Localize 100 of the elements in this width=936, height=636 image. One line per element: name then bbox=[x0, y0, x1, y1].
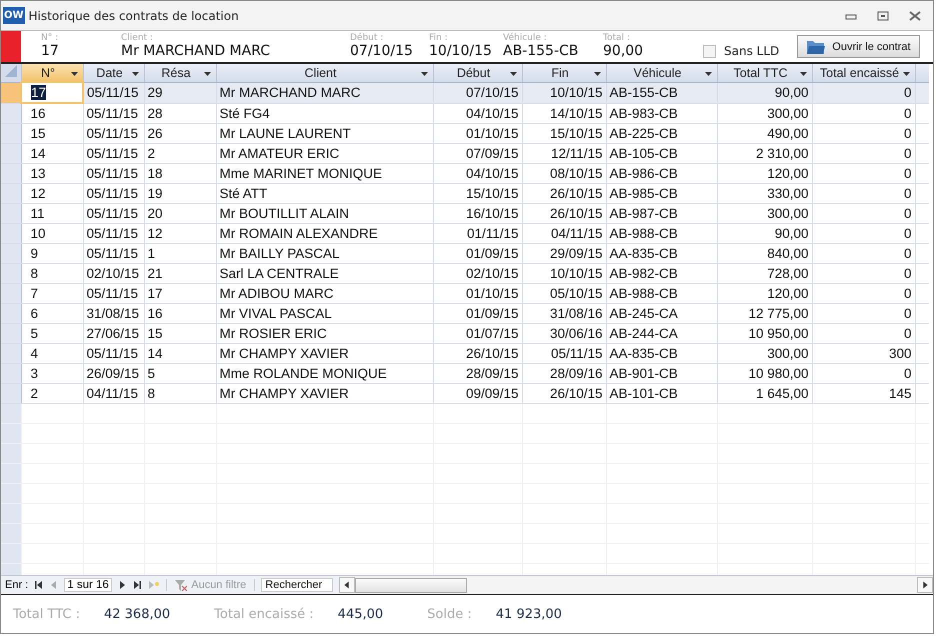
table-cell: AA-835-CB bbox=[606, 244, 717, 264]
row-selector[interactable] bbox=[1, 164, 21, 184]
row-selector[interactable] bbox=[1, 224, 21, 244]
column-header[interactable]: Date bbox=[83, 64, 144, 82]
last-record-icon[interactable] bbox=[132, 581, 142, 589]
table-cell: 04/10/15 bbox=[433, 164, 522, 184]
checkbox[interactable] bbox=[703, 44, 716, 58]
dropdown-icon[interactable] bbox=[204, 72, 210, 76]
table-cell: 840,00 bbox=[717, 244, 812, 264]
horizontal-scrollbar[interactable] bbox=[339, 577, 933, 593]
next-record-icon[interactable] bbox=[118, 581, 126, 589]
column-header[interactable]: Début bbox=[433, 64, 522, 82]
dropdown-icon[interactable] bbox=[420, 72, 428, 76]
scroll-left-icon[interactable] bbox=[339, 577, 356, 593]
table-cell: 490,00 bbox=[717, 124, 812, 144]
table-cell: 0 bbox=[812, 82, 915, 103]
table-cell: 7 bbox=[21, 284, 83, 304]
row-selector[interactable] bbox=[1, 124, 21, 144]
row-selector[interactable] bbox=[1, 324, 21, 344]
row-selector[interactable] bbox=[1, 344, 21, 364]
table-cell: 0 bbox=[812, 103, 915, 124]
previous-record-icon[interactable] bbox=[50, 581, 58, 589]
table-cell: 2 bbox=[144, 144, 216, 164]
table-cell: 330,00 bbox=[717, 184, 812, 204]
total-label: Solde : bbox=[427, 606, 472, 622]
dropdown-icon[interactable] bbox=[594, 72, 600, 76]
table-cell: Mr CHAMPY XAVIER bbox=[216, 344, 433, 364]
column-header[interactable]: N° bbox=[21, 64, 83, 82]
table-cell: 12 bbox=[144, 224, 216, 244]
table-cell: 0 bbox=[812, 184, 915, 204]
row-selector[interactable] bbox=[1, 244, 21, 264]
dropdown-icon[interactable] bbox=[902, 72, 910, 76]
table-cell: 01/10/15 bbox=[433, 284, 522, 304]
restore-icon[interactable] bbox=[877, 10, 889, 20]
table-cell: 0 bbox=[812, 324, 915, 344]
table-cell: AB-983-CB bbox=[606, 103, 717, 124]
new-record-icon[interactable] bbox=[148, 581, 160, 589]
field-value: AB-155-CB bbox=[503, 43, 580, 60]
table-cell: 05/11/15 bbox=[83, 284, 144, 304]
first-record-icon[interactable] bbox=[34, 581, 44, 589]
table-cell: AB-988-CB bbox=[606, 284, 717, 304]
row-selector[interactable] bbox=[1, 184, 21, 204]
row-selector[interactable] bbox=[1, 144, 21, 164]
scroll-thumb[interactable] bbox=[355, 578, 468, 593]
table-cell: 2 bbox=[21, 384, 83, 404]
table-cell: Mr VIVAL PASCAL bbox=[216, 304, 433, 324]
table-cell: 145 bbox=[812, 384, 915, 404]
table-cell: 17 bbox=[144, 284, 216, 304]
column-header[interactable]: Total encaissé bbox=[812, 64, 915, 82]
total-value: 42 368,00 bbox=[104, 606, 170, 622]
table-cell: 26/10/15 bbox=[433, 344, 522, 364]
close-icon[interactable] bbox=[909, 10, 921, 20]
column-header[interactable]: Fin bbox=[522, 64, 606, 82]
table-cell: AB-986-CB bbox=[606, 164, 717, 184]
table-cell: 01/11/15 bbox=[433, 224, 522, 244]
field-label: Début : bbox=[350, 33, 384, 43]
minimize-icon[interactable] bbox=[845, 12, 857, 20]
column-header[interactable]: Résa bbox=[144, 64, 216, 82]
table-cell: 0 bbox=[812, 204, 915, 224]
record-label: Enr : bbox=[5, 579, 28, 591]
row-selector[interactable] bbox=[1, 82, 21, 103]
table-cell: Mr CHAMPY XAVIER bbox=[216, 384, 433, 404]
dropdown-icon[interactable] bbox=[510, 72, 516, 76]
table-cell: 16/10/15 bbox=[433, 204, 522, 224]
field-label: N° : bbox=[41, 33, 60, 43]
table-cell: 29 bbox=[144, 82, 216, 103]
dropdown-icon[interactable] bbox=[70, 72, 78, 76]
table-cell: 15/10/15 bbox=[522, 124, 606, 144]
row-selector[interactable] bbox=[1, 284, 21, 304]
row-selector[interactable] bbox=[1, 304, 21, 324]
table-cell: 15 bbox=[144, 324, 216, 344]
row-selector[interactable] bbox=[1, 264, 21, 284]
search-field[interactable]: Rechercher bbox=[261, 578, 334, 592]
column-header[interactable]: Véhicule bbox=[606, 64, 717, 82]
dropdown-icon[interactable] bbox=[132, 72, 138, 76]
table-cell: AB-225-CB bbox=[606, 124, 717, 144]
dropdown-icon[interactable] bbox=[800, 72, 806, 76]
table-cell: 05/11/15 bbox=[83, 244, 144, 264]
row-selector[interactable] bbox=[1, 384, 21, 404]
row-selector[interactable] bbox=[1, 103, 21, 124]
dropdown-icon[interactable] bbox=[704, 72, 712, 76]
column-header[interactable]: Total TTC bbox=[717, 64, 812, 82]
table-cell: 300,00 bbox=[717, 204, 812, 224]
table-cell: AB-105-CB bbox=[606, 144, 717, 164]
table-cell: 01/10/15 bbox=[433, 124, 522, 144]
record-position-field[interactable]: 1 sur 16 bbox=[64, 578, 112, 592]
table-cell: 05/11/15 bbox=[83, 184, 144, 204]
total-label: Total TTC : bbox=[13, 606, 80, 622]
table-cell: AB-244-CA bbox=[606, 324, 717, 344]
row-selector[interactable] bbox=[1, 204, 21, 224]
column-header[interactable]: Client bbox=[216, 64, 433, 82]
table-cell: 0 bbox=[812, 224, 915, 244]
scroll-right-icon[interactable] bbox=[917, 577, 933, 593]
table-cell: 04/11/15 bbox=[83, 384, 144, 404]
table-cell: 10 bbox=[21, 224, 83, 244]
open-contract-button[interactable]: Ouvrir le contrat bbox=[797, 35, 920, 58]
filter-icon bbox=[175, 580, 188, 590]
table-cell: 6 bbox=[21, 304, 83, 324]
table-cell: 90,00 bbox=[717, 224, 812, 244]
row-selector[interactable] bbox=[1, 364, 21, 384]
